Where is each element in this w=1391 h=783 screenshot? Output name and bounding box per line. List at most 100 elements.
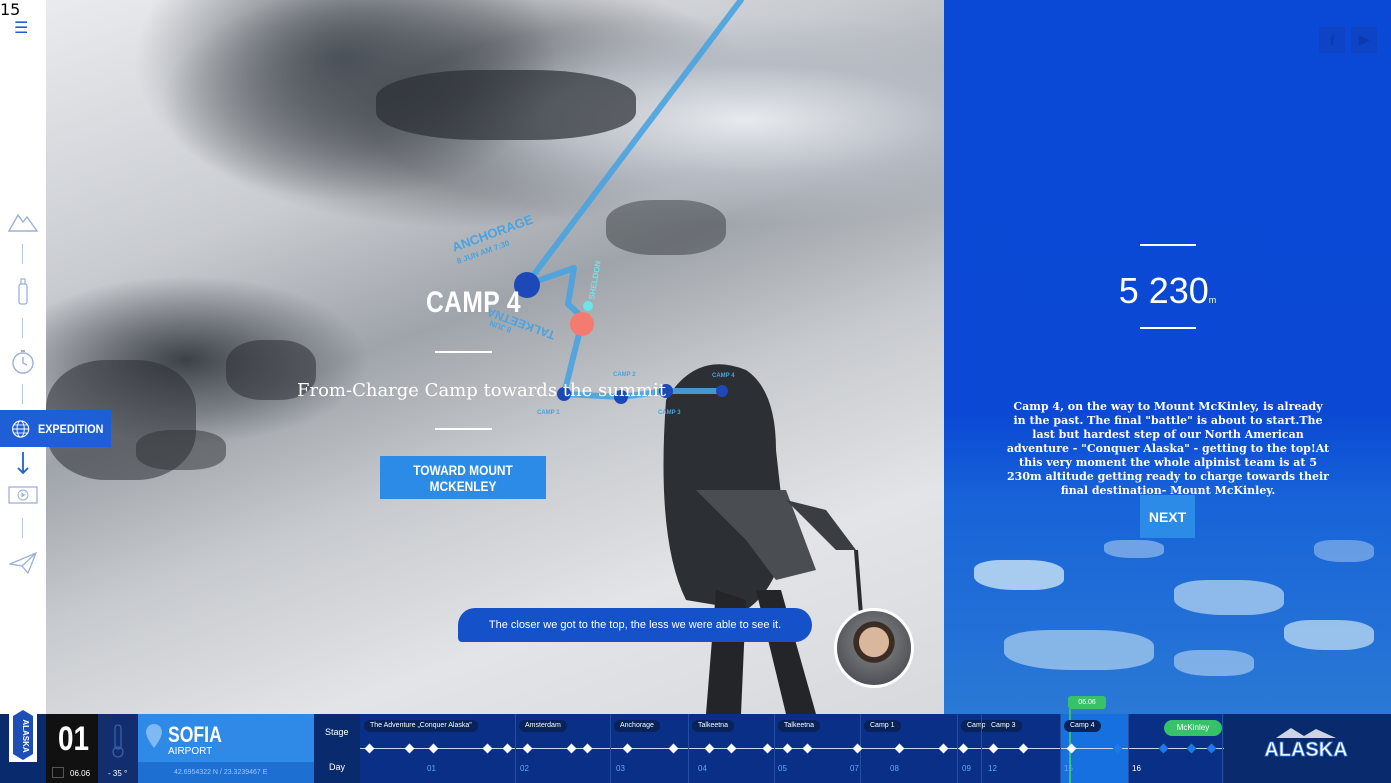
video-icon[interactable] [8,480,38,510]
stage-separator [515,714,516,783]
hamburger-icon[interactable]: ☰ [14,18,28,37]
stage-label[interactable]: Anchorage [614,720,660,732]
stage-label[interactable]: Amsterdam [519,720,567,732]
calendar-icon [52,767,64,778]
day-label[interactable]: 09 [962,764,971,773]
location-pin-icon [146,724,162,748]
timeline-point[interactable] [622,743,633,754]
divider [1140,244,1196,246]
stage-separator [610,714,611,783]
current-marker-badge: 06.06 [1068,696,1106,709]
timeline-point[interactable] [704,743,715,754]
stage-separator [1128,714,1129,783]
arrow-down-icon [8,448,38,478]
cta-label: TOWARD MOUNT MCKENLEY [413,461,513,494]
timeline-point[interactable] [404,743,415,754]
location-subtitle: AIRPORT [168,746,213,757]
timeline-point[interactable] [428,743,439,754]
timeline-point[interactable] [958,743,969,754]
divider [22,384,23,404]
timeline-point[interactable] [566,743,577,754]
sidebar-item-expedition[interactable]: EXPEDITION [0,410,111,447]
next-button[interactable]: NEXT [1140,495,1195,538]
stage-separator [1222,714,1223,783]
day-label[interactable]: 08 [890,764,899,773]
timeline-point[interactable] [1018,743,1029,754]
sheldon-label: SHELDON [587,260,603,300]
timeline-point[interactable] [894,743,905,754]
timeline-point[interactable] [988,743,999,754]
timeline-point[interactable] [582,743,593,754]
timeline-bar: 01 06.06 - 35 ° SOFIA AIRPORT 42.6954322… [0,696,1391,783]
stage-label[interactable]: Camp 1 [864,720,901,732]
paper-plane-icon[interactable] [8,548,38,578]
sidebar-item-label: EXPEDITION [38,421,104,436]
timeline-point[interactable] [364,743,375,754]
timeline-track[interactable]: 06.06 McKinley The Adventure „Conquer Al… [360,696,1224,783]
goal-badge[interactable]: McKinley [1164,720,1222,736]
facebook-icon[interactable]: f [1319,27,1345,53]
day-label[interactable]: 01 [427,764,436,773]
timeline-point[interactable] [726,743,737,754]
location-coordinates: 42.6954322 N / 23.3239467 E [138,762,314,783]
altitude-value: 5 230m [944,270,1391,312]
day-label[interactable]: 16 [1132,764,1141,773]
avatar [834,608,914,688]
timeline-point[interactable] [762,743,773,754]
timeline-point[interactable] [482,743,493,754]
toward-mount-mckenley-button[interactable]: TOWARD MOUNT MCKENLEY [380,456,546,499]
timeline-point[interactable] [522,743,533,754]
timeline-point[interactable] [782,743,793,754]
ice-floe [1284,620,1374,650]
stage-label[interactable]: Camp 3 [985,720,1022,732]
stage-separator [981,714,982,783]
day-label[interactable]: 15 [1064,764,1073,773]
route-line [523,0,744,400]
day-label[interactable]: 04 [698,764,707,773]
stage-label[interactable]: Talkeetna [778,720,820,732]
stage-label[interactable]: The Adventure „Conquer Alaska" [364,720,478,732]
bottle-icon[interactable] [8,276,38,306]
mountain-icon[interactable] [8,206,38,236]
camp3-label: CAMP 3 [658,410,681,416]
timeline-point[interactable] [668,743,679,754]
stage-label[interactable]: Talkeetna [692,720,734,732]
current-day-number: 01 [58,720,90,758]
ice-floe [1174,580,1284,615]
stage-separator [774,714,775,783]
divider [22,244,23,264]
timeline-point[interactable] [938,743,949,754]
altitude-number: 5 230 [1118,270,1209,311]
day-label[interactable]: 03 [616,764,625,773]
stage-separator [688,714,689,783]
ice-floe [974,560,1064,590]
day-label[interactable]: 02 [520,764,529,773]
timeline-point[interactable] [502,743,513,754]
timeline-point[interactable] [1206,743,1217,754]
youtube-icon[interactable]: ▶ [1351,27,1377,53]
description-text: Camp 4, on the way to Mount McKinley, is… [1006,400,1330,497]
day-label[interactable]: 05 [778,764,787,773]
day-row-label: Day [329,762,346,772]
ice-floe [1004,630,1154,670]
location-block: SOFIA AIRPORT 42.6954322 N / 23.3239467 … [138,714,314,783]
timeline-row-labels: Stage Day [314,714,360,783]
brand-vertical-text: ALASKA [21,719,30,753]
timeline-point[interactable] [1186,743,1197,754]
timeline-point[interactable] [1158,743,1169,754]
day-label[interactable]: 12 [988,764,997,773]
timeline-point[interactable] [802,743,813,754]
alaska-vertical-logo: ALASKA [9,708,37,762]
sidebar: ☰ ALASKA [0,0,46,762]
brand-text: ALASKA [1264,739,1347,761]
divider [435,351,492,353]
stage-label[interactable]: Camp 4 [1064,720,1101,732]
day-label[interactable]: 07 [850,764,859,773]
page-subtitle: From-Charge Camp towards the summit [297,380,666,401]
camp4-marker [716,385,728,397]
thermometer-icon [112,724,124,758]
day-number: 15 [0,0,21,19]
ice-floe [1314,540,1374,562]
temperature-value: - 35 ° [108,769,128,778]
clock-icon[interactable] [8,347,38,377]
